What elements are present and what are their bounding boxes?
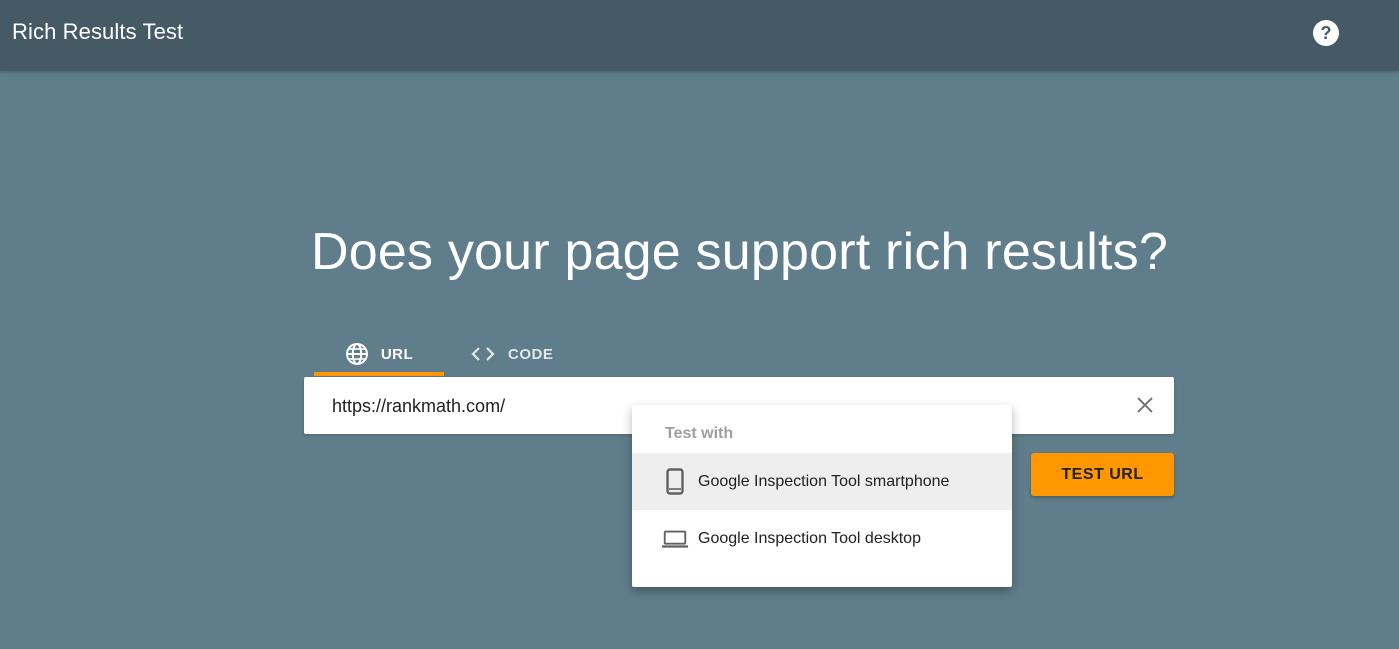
globe-icon (345, 342, 369, 366)
smartphone-icon (661, 468, 689, 495)
menu-item-smartphone[interactable]: Google Inspection Tool smartphone (632, 453, 1012, 510)
laptop-icon (661, 529, 689, 549)
menu-item-smartphone-label: Google Inspection Tool smartphone (698, 472, 950, 490)
tab-code[interactable]: CODE (470, 331, 570, 377)
code-icon (470, 345, 496, 363)
tab-url[interactable]: URL (314, 331, 444, 377)
help-icon[interactable]: ? (1313, 20, 1339, 46)
menu-header: Test with (665, 425, 734, 442)
page-headline: Does your page support rich results? (311, 223, 1168, 281)
test-with-menu: Test with Google Inspection Tool smartph… (632, 405, 1012, 587)
tab-code-label: CODE (508, 345, 554, 363)
active-tab-indicator (314, 372, 444, 376)
test-url-button[interactable]: TEST URL (1031, 453, 1174, 496)
app-bar: Rich Results Test ? (0, 0, 1399, 71)
app-title: Rich Results Test (12, 19, 184, 44)
tab-url-label: URL (380, 345, 414, 363)
close-icon[interactable] (1134, 394, 1156, 416)
menu-item-desktop[interactable]: Google Inspection Tool desktop (632, 510, 1012, 567)
menu-item-desktop-label: Google Inspection Tool desktop (698, 529, 921, 547)
